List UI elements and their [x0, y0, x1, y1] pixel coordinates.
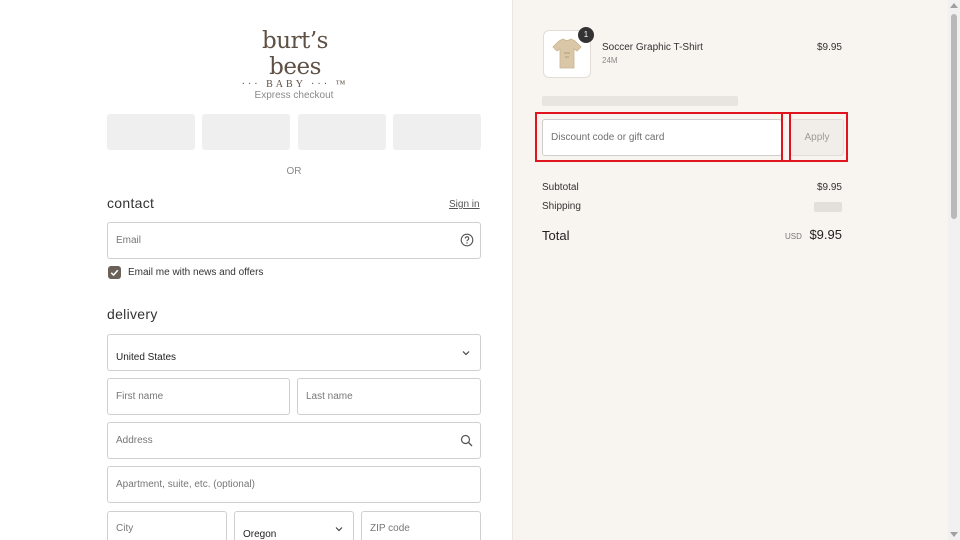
- check-icon: [110, 269, 119, 277]
- scrollbar-thumb[interactable]: [951, 14, 957, 219]
- shipping-label: Shipping: [542, 201, 581, 212]
- first-name-placeholder: First name: [116, 391, 164, 402]
- help-icon[interactable]: [460, 233, 474, 247]
- checkout-form-panel: burt’s bees ··· BABY ··· ™ Express check…: [0, 0, 512, 540]
- total-label: Total: [542, 228, 570, 243]
- express-pay-button-3[interactable]: [298, 114, 386, 150]
- sign-in-link[interactable]: Sign in: [449, 199, 480, 210]
- newsletter-checkbox[interactable]: [108, 266, 121, 279]
- product-price: $9.95: [816, 42, 842, 53]
- shipping-value-skeleton: [814, 202, 842, 212]
- order-summary-panel: [512, 0, 948, 540]
- express-pay-button-4[interactable]: [393, 114, 481, 150]
- brand-sub: ··· BABY ··· ™: [241, 79, 349, 90]
- address-placeholder: Address: [116, 435, 153, 446]
- total-currency: USD: [785, 232, 802, 241]
- brand-name: burt’s bees: [262, 28, 328, 80]
- subtotal-label: Subtotal: [542, 182, 579, 193]
- chevron-down-icon: [335, 527, 343, 532]
- subtotal-value: $9.95: [816, 182, 842, 193]
- last-name-field[interactable]: Last name: [297, 378, 481, 415]
- last-name-placeholder: Last name: [306, 391, 353, 402]
- apartment-placeholder: Apartment, suite, etc. (optional): [116, 479, 255, 490]
- quantity-badge: 1: [578, 27, 594, 43]
- brand-logo[interactable]: burt’s bees ··· BABY ··· ™: [240, 28, 350, 90]
- state-value: Oregon: [243, 529, 277, 540]
- zip-placeholder: ZIP code: [370, 523, 410, 534]
- express-pay-button-2[interactable]: [202, 114, 290, 150]
- country-value: United States: [116, 352, 177, 363]
- apartment-field[interactable]: Apartment, suite, etc. (optional): [107, 466, 481, 503]
- express-pay-button-1[interactable]: [107, 114, 195, 150]
- newsletter-label: Email me with news and offers: [128, 267, 264, 278]
- product-name: Soccer Graphic T-Shirt: [602, 42, 703, 53]
- first-name-field[interactable]: First name: [107, 378, 290, 415]
- page-scrollbar[interactable]: [948, 0, 960, 540]
- loading-skeleton: [542, 96, 738, 106]
- total-value: $9.95: [809, 227, 842, 242]
- email-field[interactable]: Email: [107, 222, 481, 259]
- express-checkout-label: Express checkout: [254, 90, 334, 101]
- contact-heading: contact: [107, 195, 155, 211]
- city-placeholder: City: [116, 523, 134, 534]
- search-icon: [460, 434, 473, 447]
- product-variant: 24M: [602, 56, 618, 65]
- email-placeholder: Email: [116, 235, 142, 246]
- highlight-discount-input: [535, 112, 791, 162]
- country-select[interactable]: United States: [107, 334, 481, 371]
- city-field[interactable]: City: [107, 511, 227, 540]
- or-divider-label: OR: [286, 166, 302, 177]
- state-select[interactable]: Oregon: [234, 511, 354, 540]
- chevron-down-icon: [462, 351, 470, 356]
- delivery-heading: delivery: [107, 306, 158, 322]
- address-field[interactable]: Address: [107, 422, 481, 459]
- scroll-up-icon[interactable]: [950, 3, 958, 8]
- zip-field[interactable]: ZIP code: [361, 511, 481, 540]
- scroll-down-icon[interactable]: [950, 532, 958, 537]
- highlight-apply-button: [781, 112, 848, 162]
